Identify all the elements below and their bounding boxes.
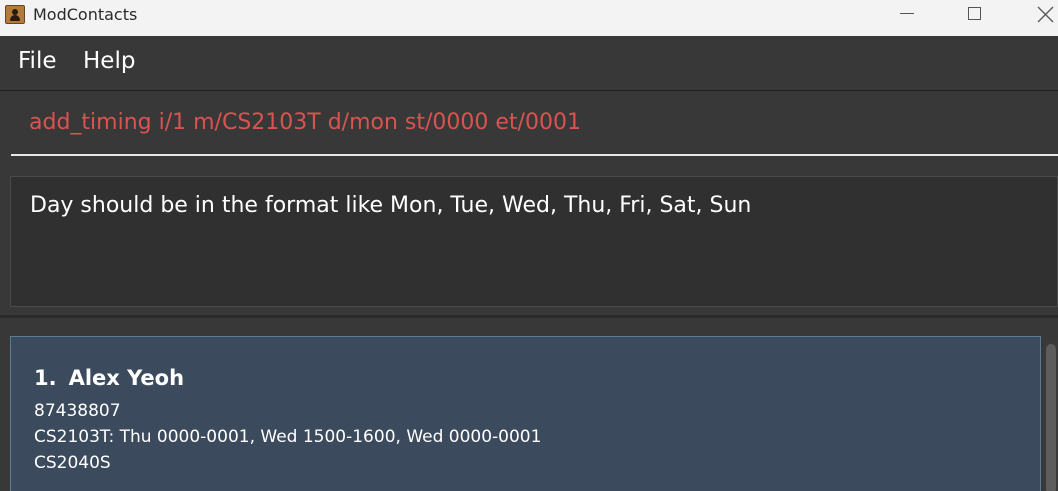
command-box xyxy=(0,91,1058,167)
app-window: ModContacts File Help Day should be in t… xyxy=(0,0,1058,491)
maximize-icon[interactable] xyxy=(953,0,999,30)
title-bar[interactable]: ModContacts xyxy=(0,0,1058,36)
person-module: CS2103T: Thu 0000-0001, Wed 1500-1600, W… xyxy=(34,427,542,447)
scrollbar-thumb[interactable] xyxy=(1046,344,1056,491)
person-name-row: 1. Alex Yeoh xyxy=(34,364,184,392)
person-module: CS2040S xyxy=(34,453,111,473)
result-message: Day should be in the format like Mon, Tu… xyxy=(30,193,752,218)
menu-help[interactable]: Help xyxy=(83,46,135,76)
contacts-app-icon xyxy=(5,5,25,24)
person-name: Alex Yeoh xyxy=(68,366,185,390)
result-text-area[interactable]: Day should be in the format like Mon, Tu… xyxy=(10,176,1058,307)
list-scrollbar[interactable] xyxy=(1045,340,1058,491)
person-index: 1. xyxy=(34,366,57,390)
command-input[interactable] xyxy=(11,91,1058,156)
menu-bar: File Help xyxy=(0,36,1058,91)
menu-file[interactable]: File xyxy=(18,46,57,76)
person-phone: 87438807 xyxy=(34,401,121,421)
result-display: Day should be in the format like Mon, Tu… xyxy=(0,167,1058,315)
minimize-icon[interactable] xyxy=(884,0,930,30)
person-list: 1. Alex Yeoh 87438807 CS2103T: Thu 0000-0… xyxy=(0,315,1058,491)
person-card[interactable]: 1. Alex Yeoh 87438807 CS2103T: Thu 0000-0… xyxy=(10,336,1041,491)
close-icon[interactable] xyxy=(1022,0,1058,30)
window-title: ModContacts xyxy=(33,5,138,24)
